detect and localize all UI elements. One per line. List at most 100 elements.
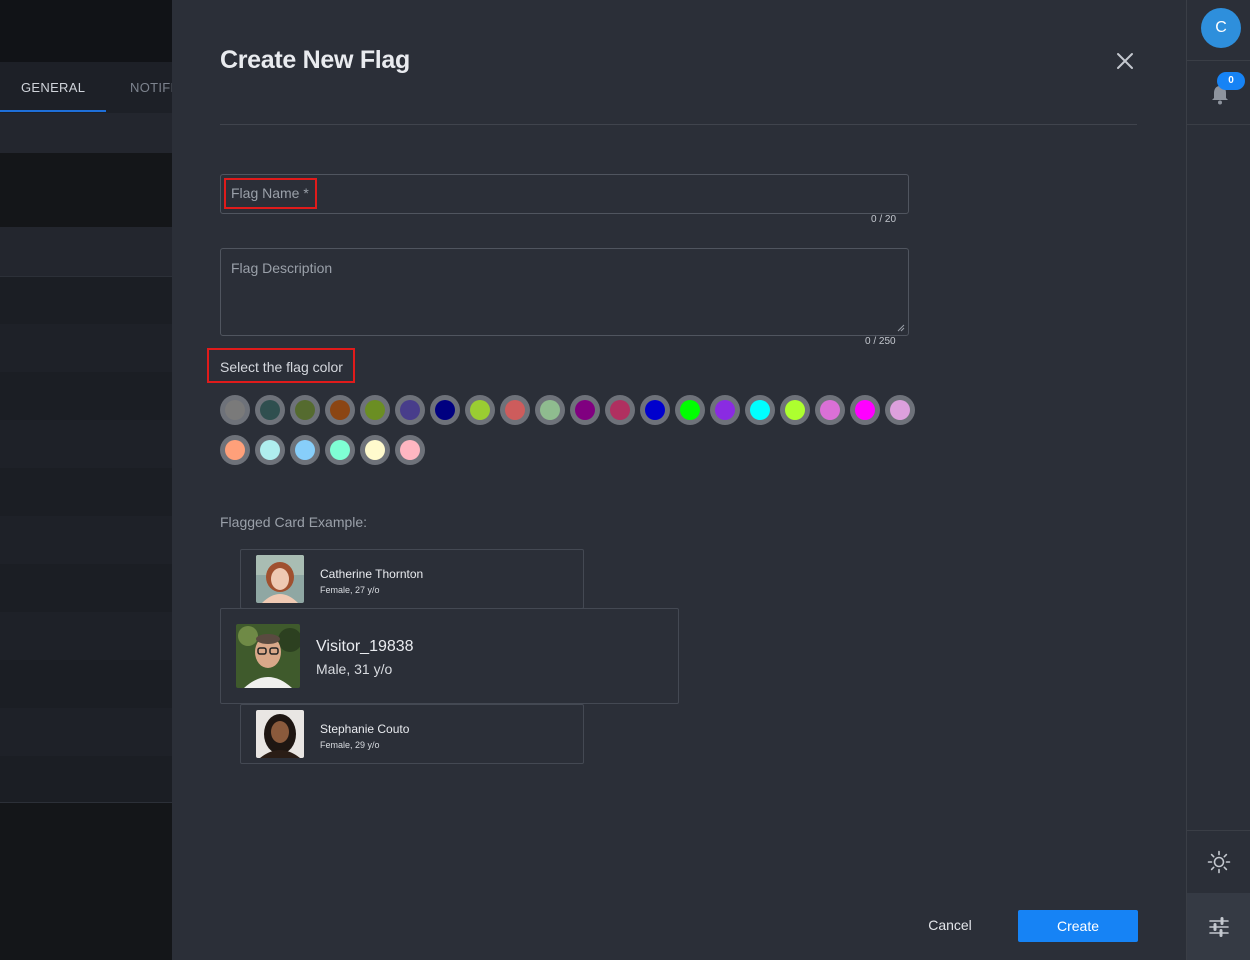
color-swatch[interactable]	[500, 395, 530, 425]
color-swatch-fill	[295, 440, 315, 460]
background-row	[0, 660, 172, 708]
rail-divider	[1187, 830, 1250, 831]
close-icon[interactable]	[1112, 48, 1138, 74]
color-swatch[interactable]	[675, 395, 705, 425]
color-swatch[interactable]	[745, 395, 775, 425]
background-page: GENERAL NOTIFI	[0, 0, 172, 960]
dialog-title: Create New Flag	[220, 46, 411, 74]
example-card: Stephanie Couto Female, 29 y/o	[240, 704, 584, 764]
card-name: Stephanie Couto	[320, 722, 410, 736]
color-swatch-fill	[610, 400, 630, 420]
flag-name-field[interactable]: Flag Name *	[220, 174, 909, 214]
avatar	[236, 624, 300, 688]
highlight-box	[224, 178, 317, 209]
background-row	[0, 153, 172, 227]
color-swatch[interactable]	[395, 395, 425, 425]
background-row	[0, 468, 172, 516]
cancel-button[interactable]: Cancel	[916, 909, 984, 941]
background-row	[0, 516, 172, 564]
color-swatch-fill	[750, 400, 770, 420]
color-swatch-fill	[365, 440, 385, 460]
color-swatch-fill	[225, 440, 245, 460]
color-swatch-fill	[855, 400, 875, 420]
color-swatch-fill	[400, 400, 420, 420]
background-row	[0, 708, 172, 756]
color-swatch[interactable]	[360, 435, 390, 465]
rail-divider	[1187, 60, 1250, 61]
sliders-icon	[1209, 917, 1229, 937]
avatar	[256, 555, 304, 603]
color-swatch[interactable]	[535, 395, 565, 425]
user-avatar[interactable]: C	[1201, 8, 1241, 48]
right-rail: C 0	[1186, 0, 1250, 960]
color-swatch[interactable]	[395, 435, 425, 465]
background-row	[0, 227, 172, 276]
example-card-flagged: Visitor_19838 Male, 31 y/o	[220, 608, 679, 704]
color-swatch-fill	[645, 400, 665, 420]
color-swatch[interactable]	[255, 435, 285, 465]
color-swatch-fill	[400, 440, 420, 460]
color-swatch-fill	[365, 400, 385, 420]
background-row	[0, 324, 172, 372]
color-swatch[interactable]	[325, 435, 355, 465]
color-swatch-fill	[330, 400, 350, 420]
flag-description-field[interactable]: Flag Description	[220, 248, 909, 336]
color-swatch[interactable]	[220, 395, 250, 425]
flag-name-counter: 0 / 20	[871, 214, 897, 225]
color-swatch-fill	[540, 400, 560, 420]
tab-active-indicator	[0, 110, 106, 112]
avatar	[256, 710, 304, 758]
notification-badge: 0	[1217, 72, 1245, 90]
theme-toggle-icon[interactable]	[1207, 850, 1231, 874]
color-swatch-fill	[435, 400, 455, 420]
color-swatch-fill	[295, 400, 315, 420]
color-swatch[interactable]	[850, 395, 880, 425]
background-row	[0, 612, 172, 660]
card-subtitle: Female, 27 y/o	[320, 585, 380, 595]
color-swatch-fill	[820, 400, 840, 420]
color-swatch-fill	[470, 400, 490, 420]
color-swatch-fill	[715, 400, 735, 420]
background-row	[0, 756, 172, 803]
background-row	[0, 420, 172, 468]
color-swatch[interactable]	[255, 395, 285, 425]
card-subtitle: Male, 31 y/o	[316, 661, 393, 677]
color-swatch[interactable]	[220, 435, 250, 465]
create-flag-dialog: Create New Flag Flag Name * 0 / 20 Flag …	[172, 0, 1186, 960]
flag-description-counter: 0 / 250	[865, 336, 896, 347]
color-swatch-fill	[680, 400, 700, 420]
color-swatch[interactable]	[710, 395, 740, 425]
color-swatch-fill	[225, 400, 245, 420]
color-swatch-fill	[505, 400, 525, 420]
background-row	[0, 372, 172, 420]
color-swatch[interactable]	[465, 395, 495, 425]
tab-notifications[interactable]: NOTIFI	[130, 80, 172, 95]
tab-general[interactable]: GENERAL	[21, 80, 85, 95]
color-swatch[interactable]	[570, 395, 600, 425]
color-swatch[interactable]	[290, 435, 320, 465]
color-swatch[interactable]	[605, 395, 635, 425]
color-swatch-fill	[890, 400, 910, 420]
settings-panel-button[interactable]	[1187, 893, 1250, 960]
flag-description-label: Flag Description	[231, 260, 333, 276]
color-swatch[interactable]	[815, 395, 845, 425]
color-swatch[interactable]	[640, 395, 670, 425]
color-swatch[interactable]	[780, 395, 810, 425]
background-row	[0, 276, 172, 325]
background-header	[0, 0, 172, 62]
card-name: Visitor_19838	[316, 638, 414, 655]
color-swatch[interactable]	[325, 395, 355, 425]
background-row	[0, 803, 172, 960]
color-swatch-fill	[260, 440, 280, 460]
color-swatch[interactable]	[360, 395, 390, 425]
create-button[interactable]: Create	[1018, 910, 1138, 942]
resize-handle-icon[interactable]	[897, 324, 905, 332]
color-swatch[interactable]	[430, 395, 460, 425]
card-name: Catherine Thornton	[320, 567, 424, 581]
color-swatch-fill	[785, 400, 805, 420]
color-swatch[interactable]	[290, 395, 320, 425]
color-swatch-fill	[260, 400, 280, 420]
color-swatch[interactable]	[885, 395, 915, 425]
rail-divider	[1187, 124, 1250, 125]
flagged-card-example-label: Flagged Card Example:	[220, 514, 368, 530]
